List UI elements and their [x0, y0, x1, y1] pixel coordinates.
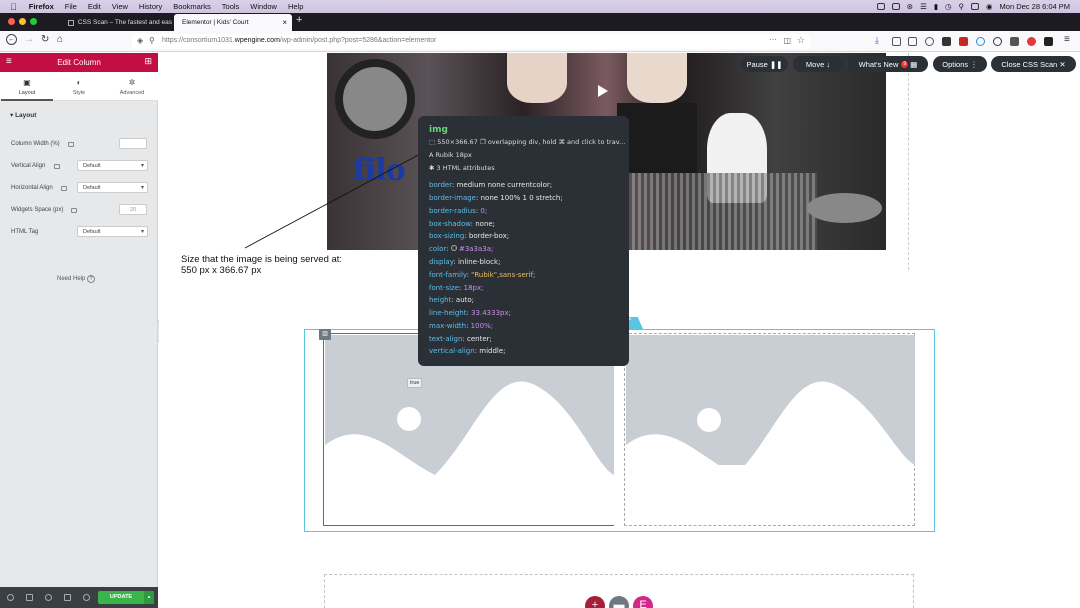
css-property: text-align: center; [429, 335, 492, 343]
element-size-row: ⬚ 550×366.67 ❐ overlapping div, hold ⌘ a… [429, 138, 626, 146]
font-info-row: A Rubik 18px [429, 151, 472, 159]
css-property: max-width: 100%; [429, 322, 494, 330]
color-swatch-icon [450, 245, 457, 251]
css-property: color: #3a3a3a; [429, 245, 494, 253]
css-property: border-image: none 100% 1 0 stretch; [429, 194, 563, 202]
layers-icon: ❐ [479, 138, 488, 146]
css-property: height: auto; [429, 296, 475, 304]
css-inspector-tooltip: img ⬚ 550×366.67 ❐ overlapping div, hold… [418, 116, 629, 366]
css-property: border-radius: 0; [429, 207, 488, 215]
css-property: box-sizing: border-box; [429, 232, 510, 240]
css-property: font-family: "Rubik",sans-serif; [429, 271, 536, 279]
css-property: border: medium none currentcolor; [429, 181, 553, 189]
asterisk-icon: ✱ [429, 164, 437, 172]
attributes-row: ✱ 3 HTML attributes [429, 164, 495, 172]
css-property: line-height: 33.4333px; [429, 309, 511, 317]
element-tag-name: img [429, 125, 448, 135]
css-property: vertical-align: middle; [429, 347, 506, 355]
css-property: box-shadow: none; [429, 220, 496, 228]
css-property: display: inline-block; [429, 258, 501, 266]
css-property: font-size: 18px; [429, 284, 484, 292]
ruler-icon: ⬚ [429, 138, 438, 146]
